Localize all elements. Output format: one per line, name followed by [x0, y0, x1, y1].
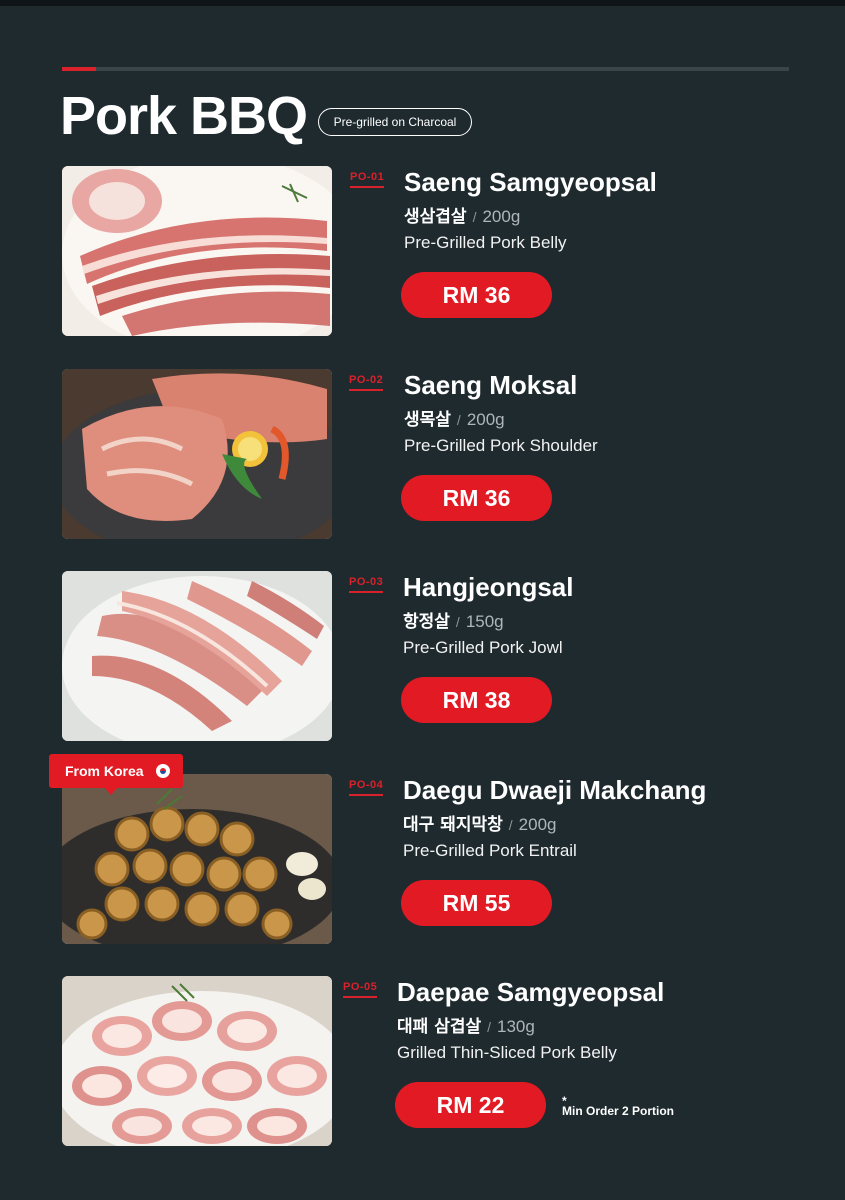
thin-pork-belly-image	[62, 976, 332, 1146]
item-name: Daepae Samgyeopsal	[397, 977, 665, 1007]
note-text: Min Order 2 Portion	[562, 1104, 675, 1118]
item-weight: 200g	[518, 815, 557, 834]
menu-item-po-04: From Korea PO-04 Daegu Dwaeji Makchang 대…	[0, 754, 845, 949]
pork-jowl-photo	[62, 571, 332, 741]
item-code: PO-03	[349, 576, 384, 593]
thin-pork-belly-photo	[62, 976, 332, 1146]
item-weight: 200g	[466, 410, 505, 429]
item-subline: 생목살 / 200g	[404, 407, 505, 432]
item-code: PO-02	[349, 374, 384, 391]
item-name: Saeng Samgyeopsal	[404, 167, 657, 197]
item-name: Hangjeongsal	[403, 572, 574, 602]
item-description: Pre-Grilled Pork Belly	[404, 233, 567, 252]
badge-pointer	[105, 788, 117, 795]
item-name: Saeng Moksal	[404, 370, 578, 400]
item-code: PO-04	[349, 779, 384, 796]
item-subline: 항정살 / 150g	[403, 609, 504, 634]
min-order-note: * Min Order 2 Portion	[562, 1094, 675, 1118]
menu-item-po-02: PO-02 Saeng Moksal 생목살 / 200g Pre-Grilled …	[0, 369, 845, 544]
pork-belly-image	[62, 166, 332, 336]
pork-shoulder-photo	[62, 369, 332, 539]
item-weight: 200g	[482, 207, 521, 226]
item-korean-name: 생삼겹살	[404, 207, 467, 227]
item-weight: 150g	[465, 612, 504, 631]
price-button-po-03[interactable]: RM 38	[401, 677, 552, 723]
item-subline: 대구 돼지막창 / 200g	[403, 812, 556, 837]
item-name: Daegu Dwaeji Makchang	[403, 775, 707, 805]
menu-item-po-05: PO-05 Daepae Samgyeopsal 대패 삼겹살 / 130g Gri…	[0, 976, 845, 1151]
menu-item-po-03: PO-03 Hangjeongsal 항정살 / 150g Pre-Grilled …	[0, 571, 845, 746]
price-button-po-02[interactable]: RM 36	[401, 475, 552, 521]
price-button-po-04[interactable]: RM 55	[401, 880, 552, 926]
item-korean-name: 대구 돼지막창	[403, 815, 503, 835]
from-korea-badge: From Korea	[49, 754, 183, 795]
slash-separator: /	[472, 209, 477, 225]
item-subline: 대패 삼겹살 / 130g	[397, 1014, 535, 1039]
header-divider	[62, 67, 789, 71]
item-description: Pre-Grilled Pork Entrail	[403, 841, 577, 860]
top-band	[0, 0, 845, 6]
item-code: PO-05	[343, 981, 378, 998]
item-subline: 생삼겹살 / 200g	[404, 204, 520, 229]
pork-shoulder-image	[62, 369, 332, 539]
item-description: Grilled Thin-Sliced Pork Belly	[397, 1043, 617, 1062]
item-description: Pre-Grilled Pork Shoulder	[404, 436, 598, 455]
price-button-po-01[interactable]: RM 36	[401, 272, 552, 318]
pre-grilled-pill: Pre-grilled on Charcoal	[318, 108, 472, 136]
item-weight: 130g	[497, 1017, 535, 1036]
pork-belly-photo	[62, 166, 332, 336]
pork-entrail-image	[62, 774, 332, 944]
badge-label: From Korea	[65, 763, 144, 779]
slash-separator: /	[455, 614, 460, 630]
korea-flag-icon	[156, 764, 170, 778]
slash-separator: /	[456, 412, 461, 428]
slash-separator: /	[487, 1019, 492, 1035]
pork-entrail-photo	[62, 774, 332, 944]
item-korean-name: 항정살	[403, 612, 450, 632]
header-divider-accent	[62, 67, 96, 71]
pork-jowl-image	[62, 571, 332, 741]
item-korean-name: 생목살	[404, 410, 451, 430]
slash-separator: /	[508, 817, 513, 833]
note-asterisk: *	[562, 1094, 567, 1108]
item-description: Pre-Grilled Pork Jowl	[403, 638, 563, 657]
item-korean-name: 대패 삼겹살	[397, 1017, 482, 1037]
price-button-po-05[interactable]: RM 22	[395, 1082, 546, 1128]
menu-item-po-01: PO-01 Saeng Samgyeopsal 생삼겹살 / 200g Pre-Gr…	[0, 166, 845, 341]
item-code: PO-01	[350, 171, 385, 188]
page-title: Pork BBQ	[60, 86, 308, 146]
